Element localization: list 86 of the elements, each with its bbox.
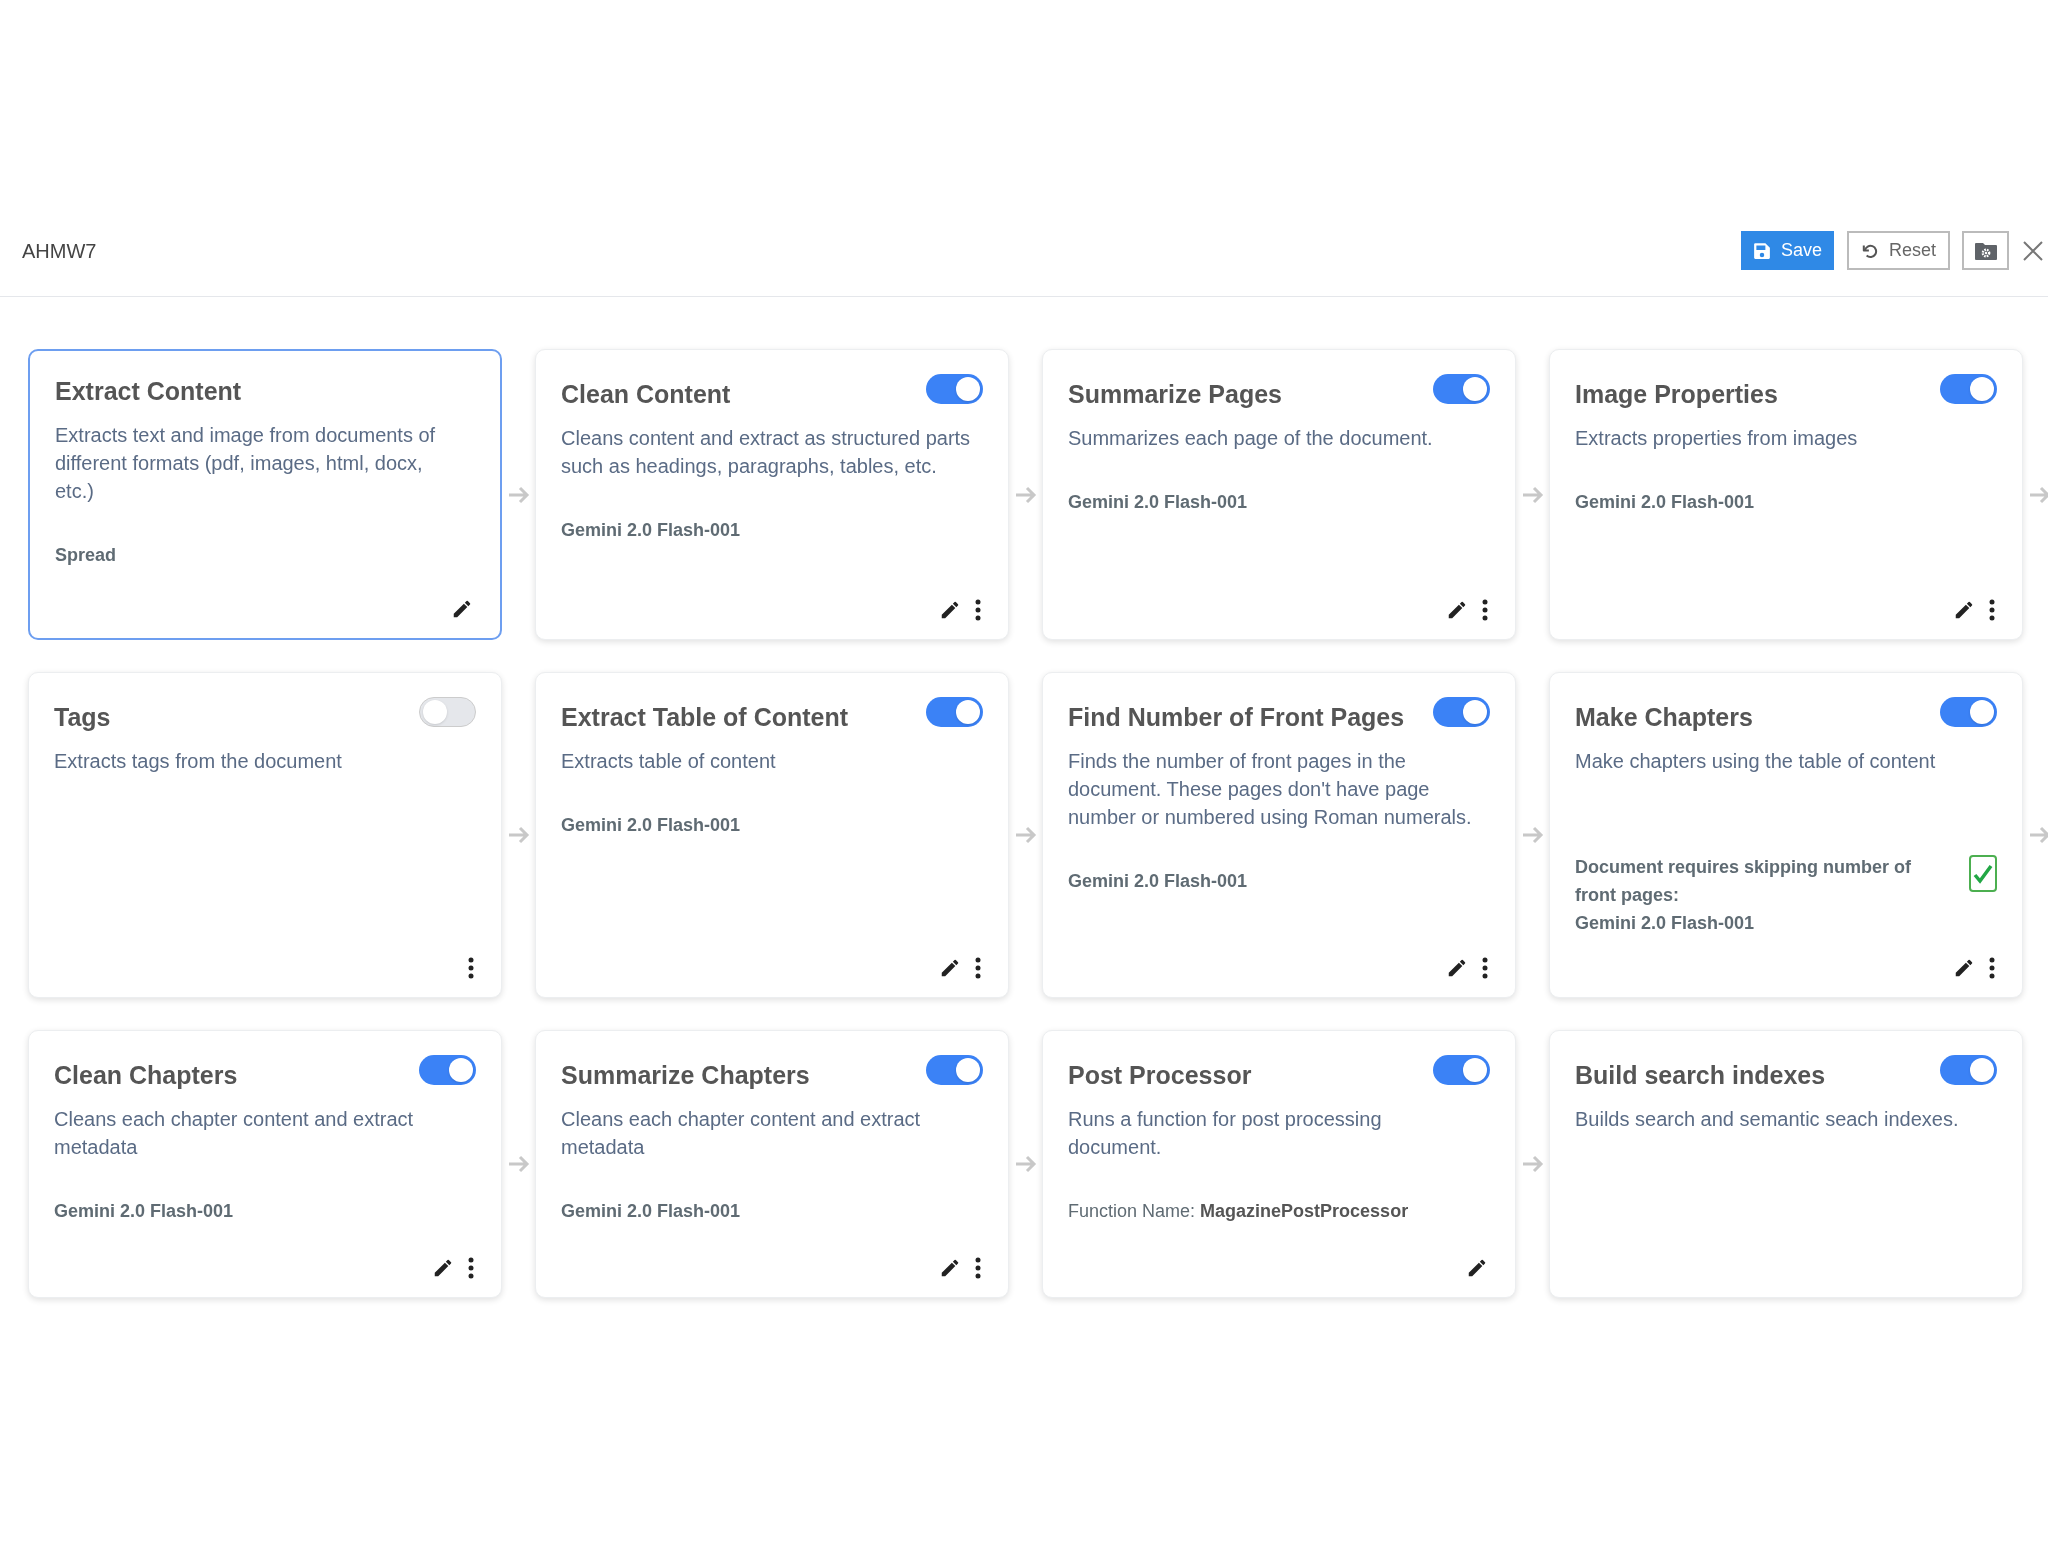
card-description: Builds search and semantic seach indexes. xyxy=(1575,1107,1960,1132)
card-description: Cleans each chapter content and extract metadata xyxy=(54,1107,415,1160)
model-name: Gemini 2.0 Flash-001 xyxy=(561,814,742,837)
edit-icon[interactable] xyxy=(451,598,473,620)
step-card[interactable]: Clean Chapters Cleans each chapter content and extract metadata Gemini 2.0 Flash-001 xyxy=(28,1030,502,1298)
step-card[interactable]: Post Processor Runs a function for post processing document. Function Name: MagazinePostProcessor xyxy=(1042,1030,1516,1298)
more-icon[interactable] xyxy=(1482,957,1488,979)
save-icon xyxy=(1752,241,1771,260)
checkmark-icon xyxy=(1973,862,1993,885)
card-description: Extracts table of content xyxy=(561,749,777,774)
model-name: Gemini 2.0 Flash-001 xyxy=(1068,870,1249,893)
card-title: Make Chapters xyxy=(1575,702,1753,733)
card-title: Clean Content xyxy=(561,379,731,410)
card-title: Summarize Chapters xyxy=(561,1060,810,1091)
model-name: Gemini 2.0 Flash-001 xyxy=(561,519,742,542)
edit-icon[interactable] xyxy=(1446,957,1468,979)
step-card[interactable]: Find Number of Front Pages Finds the number of front pages in the document. These pages don't have page number or numbered using Roman numerals. Gemini 2.0 Flash-001 xyxy=(1042,672,1516,998)
toggle-switch[interactable] xyxy=(419,1055,476,1085)
edit-icon[interactable] xyxy=(939,957,961,979)
toggle-switch[interactable] xyxy=(1433,374,1490,404)
toggle-switch[interactable] xyxy=(926,697,983,727)
card-description: Cleans each chapter content and extract metadata xyxy=(561,1107,922,1160)
step-card[interactable]: Extract Content Extracts text and image from documents of different formats (pdf, images, html, docx, etc.) Spread xyxy=(28,349,502,640)
step-card[interactable]: Extract Table of Content Extracts table of content Gemini 2.0 Flash-001 xyxy=(535,672,1009,998)
step-card[interactable]: Make Chapters Make chapters using the table of content Document requires skipping number of front pages: Gemini 2.0 Flash-001 xyxy=(1549,672,2023,998)
card-description: Finds the number of front pages in the document. These pages don't have page number or numbered using Roman numerals. xyxy=(1068,749,1473,830)
card-title: Find Number of Front Pages xyxy=(1068,702,1405,733)
card-title: Extract Table of Content xyxy=(561,702,849,733)
more-icon[interactable] xyxy=(975,957,981,979)
step-card[interactable]: Tags Extracts tags from the document xyxy=(28,672,502,998)
toggle-switch[interactable] xyxy=(1940,1055,1997,1085)
save-button[interactable]: Save xyxy=(1740,231,1834,270)
more-icon[interactable] xyxy=(1482,599,1488,621)
toggle-switch[interactable] xyxy=(1433,697,1490,727)
card-title: Build search indexes xyxy=(1575,1060,1826,1091)
step-card[interactable]: Summarize Chapters Cleans each chapter content and extract metadata Gemini 2.0 Flash-001 xyxy=(535,1030,1009,1298)
toggle-switch[interactable] xyxy=(419,697,476,727)
card-title: Extract Content xyxy=(55,376,242,407)
model-name: Gemini 2.0 Flash-001 xyxy=(1575,912,1756,935)
checkbox-label: Document requires skipping number of front pages: xyxy=(1575,856,1913,907)
card-description: Summarizes each page of the document. xyxy=(1068,426,1434,451)
model-name: Gemini 2.0 Flash-001 xyxy=(1575,491,1756,514)
step-card[interactable]: Build search indexes Builds search and semantic seach indexes. xyxy=(1549,1030,2023,1298)
step-card[interactable]: Image Properties Extracts properties from images Gemini 2.0 Flash-001 xyxy=(1549,349,2023,640)
model-name: Gemini 2.0 Flash-001 xyxy=(54,1200,235,1223)
card-description: Extracts properties from images xyxy=(1575,426,1859,451)
step-card[interactable]: Summarize Pages Summarizes each page of the document. Gemini 2.0 Flash-001 xyxy=(1042,349,1516,640)
card-description: Runs a function for post processing document. xyxy=(1068,1107,1383,1160)
toggle-switch[interactable] xyxy=(926,374,983,404)
card-description: Extracts text and image from documents of different formats (pdf, images, html, docx, etc.) xyxy=(55,423,437,504)
toggle-switch[interactable] xyxy=(1940,697,1997,727)
toggle-switch[interactable] xyxy=(1940,374,1997,404)
toggle-switch[interactable] xyxy=(1433,1055,1490,1085)
card-title: Post Processor xyxy=(1068,1060,1252,1091)
more-icon[interactable] xyxy=(975,599,981,621)
card-description: Make chapters using the table of content xyxy=(1575,749,1937,774)
page-title: AHMW7 xyxy=(22,238,97,264)
folder-gear-icon xyxy=(1973,240,1998,261)
edit-icon[interactable] xyxy=(1953,957,1975,979)
model-name: Gemini 2.0 Flash-001 xyxy=(1068,491,1249,514)
edit-icon[interactable] xyxy=(939,599,961,621)
step-card[interactable]: Clean Content Cleans content and extract as structured parts such as headings, paragraphs, tables, etc. Gemini 2.0 Flash-001 xyxy=(535,349,1009,640)
edit-icon[interactable] xyxy=(939,1257,961,1279)
card-title: Clean Chapters xyxy=(54,1060,238,1091)
reset-button[interactable]: Reset xyxy=(1846,231,1950,270)
function-name: Function Name: MagazinePostProcessor xyxy=(1068,1200,1410,1223)
model-name: Spread xyxy=(55,544,118,567)
edit-icon[interactable] xyxy=(1953,599,1975,621)
checkbox[interactable] xyxy=(1969,855,1997,892)
folder-settings-button[interactable] xyxy=(1962,231,2009,270)
model-name: Gemini 2.0 Flash-001 xyxy=(561,1200,742,1223)
more-icon[interactable] xyxy=(1989,599,1995,621)
card-title: Image Properties xyxy=(1575,379,1778,410)
edit-icon[interactable] xyxy=(432,1257,454,1279)
card-description: Cleans content and extract as structured parts such as headings, paragraphs, tables, etc. xyxy=(561,426,971,479)
more-icon[interactable] xyxy=(468,957,474,979)
card-title: Tags xyxy=(54,702,111,733)
edit-icon[interactable] xyxy=(1466,1257,1488,1279)
toggle-switch[interactable] xyxy=(926,1055,983,1085)
close-button[interactable] xyxy=(2021,238,2045,263)
card-title: Summarize Pages xyxy=(1068,379,1282,410)
more-icon[interactable] xyxy=(1989,957,1995,979)
more-icon[interactable] xyxy=(468,1257,474,1279)
more-icon[interactable] xyxy=(975,1257,981,1279)
card-description: Extracts tags from the document xyxy=(54,749,343,774)
edit-icon[interactable] xyxy=(1446,599,1468,621)
